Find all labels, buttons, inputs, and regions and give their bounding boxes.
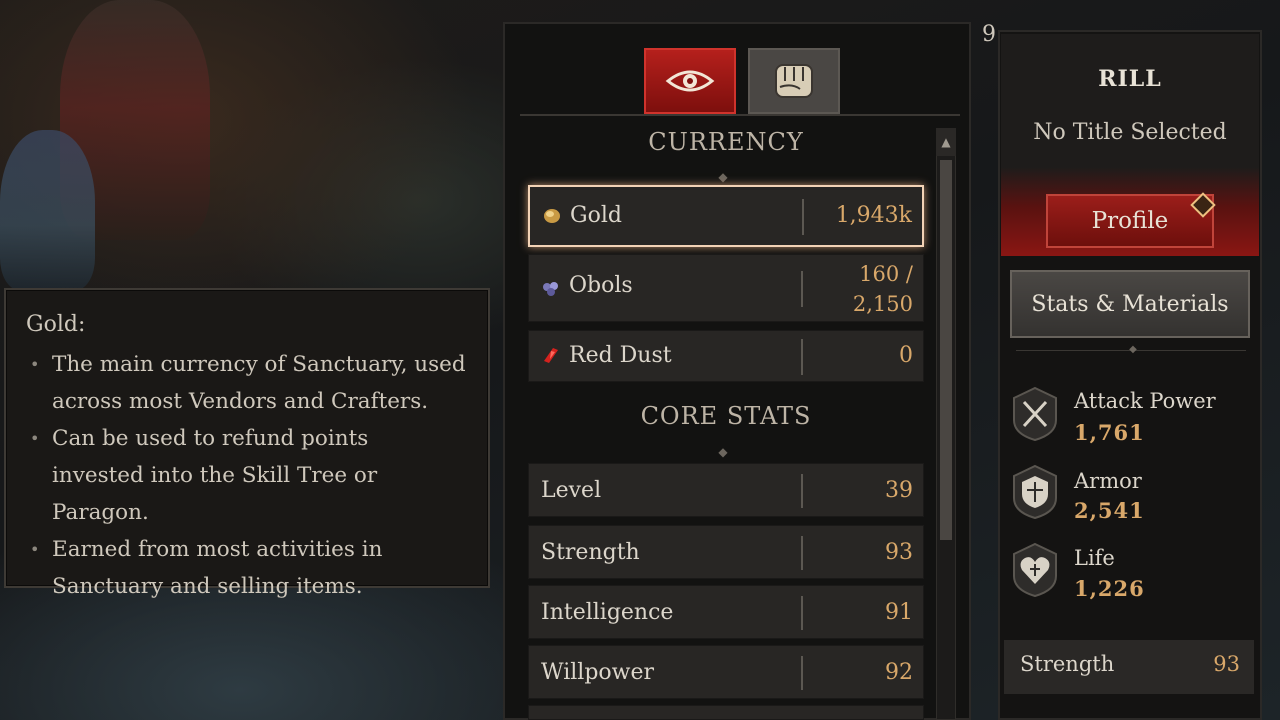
header-ornament: ◆ [718, 170, 728, 184]
right-stat-value: 93 [1213, 652, 1240, 676]
core-stats-header: CORE STATS [640, 402, 812, 430]
tab-eye[interactable] [644, 48, 736, 114]
life-label: Life [1074, 546, 1115, 570]
currency-label: Gold [570, 203, 622, 228]
currency-value: 1,943k [835, 203, 912, 228]
tooltip-bullet: The main currency of Sanctuary, used acr… [26, 346, 466, 420]
gold-coin-icon [544, 209, 560, 223]
life-value: 1,226 [1074, 576, 1145, 601]
header-ornament: ◆ [718, 445, 728, 459]
row-separator [801, 656, 803, 690]
profile-button[interactable]: Profile [1046, 194, 1214, 248]
shield-icon [1013, 464, 1057, 520]
tooltip-bullet: Can be used to refund points invested in… [26, 420, 466, 531]
currency-row-gold[interactable]: Gold 1,943k [528, 185, 924, 247]
core-stat-row-partial [528, 705, 924, 720]
obols-max: 2,150 [852, 292, 913, 316]
armor-label: Armor [1074, 469, 1142, 493]
stat-value: 93 [885, 540, 913, 565]
crossed-swords-icon [1013, 386, 1057, 442]
attack-power-label: Attack Power [1074, 389, 1216, 413]
character-name: RILL [1098, 66, 1162, 92]
tab-underline [520, 114, 960, 116]
divider-ornament: ◆ [1129, 344, 1137, 355]
row-separator [801, 596, 803, 630]
background-npc-figure [0, 130, 95, 290]
currency-row-red-dust[interactable]: Red Dust 0 [528, 330, 924, 382]
stat-label: Level [541, 478, 602, 503]
scrollbar-thumb[interactable] [940, 160, 952, 540]
stat-value: 39 [885, 478, 913, 503]
currency-value: 0 [899, 343, 913, 368]
core-stat-row-strength[interactable]: Strength 93 [528, 525, 924, 579]
stat-label: Strength [541, 540, 640, 565]
tab-fist[interactable] [748, 48, 840, 114]
currency-row-obols[interactable]: Obols 160 / 2,150 [528, 254, 924, 322]
stat-value: 92 [885, 660, 913, 685]
currency-label: Red Dust [569, 343, 672, 368]
fist-icon [775, 64, 813, 98]
character-level-badge: 9 [982, 22, 996, 47]
tooltip-title: Gold: [26, 312, 86, 337]
row-separator [801, 339, 803, 375]
currency-header: CURRENCY [648, 128, 804, 156]
stats-materials-button[interactable]: Stats & Materials [1010, 270, 1250, 338]
red-dust-icon [544, 348, 558, 363]
core-stat-row-level[interactable]: Level 39 [528, 463, 924, 517]
row-separator [801, 271, 803, 307]
scroll-up-arrow-icon[interactable]: ▲ [936, 128, 956, 156]
tooltip-bullet-list: The main currency of Sanctuary, used acr… [26, 346, 466, 605]
attack-power-value: 1,761 [1074, 420, 1145, 445]
heart-icon [1013, 542, 1057, 598]
obols-current: 160 / [859, 262, 913, 286]
obols-icon [543, 282, 558, 296]
character-title[interactable]: No Title Selected [1001, 120, 1259, 145]
eye-icon [665, 70, 715, 92]
armor-value: 2,541 [1074, 498, 1145, 523]
stat-label: Intelligence [541, 600, 674, 625]
currency-label: Obols [569, 273, 633, 298]
row-separator [801, 474, 803, 508]
core-stat-row-intelligence[interactable]: Intelligence 91 [528, 585, 924, 639]
tooltip-bullet: Earned from most activities in Sanctuary… [26, 531, 466, 605]
row-separator [801, 536, 803, 570]
row-separator [802, 199, 804, 235]
stat-label: Willpower [541, 660, 655, 685]
core-stat-row-willpower[interactable]: Willpower 92 [528, 645, 924, 699]
right-stat-label: Strength [1020, 652, 1115, 676]
currency-value: 160 / 2,150 [853, 259, 913, 319]
stat-value: 91 [885, 600, 913, 625]
